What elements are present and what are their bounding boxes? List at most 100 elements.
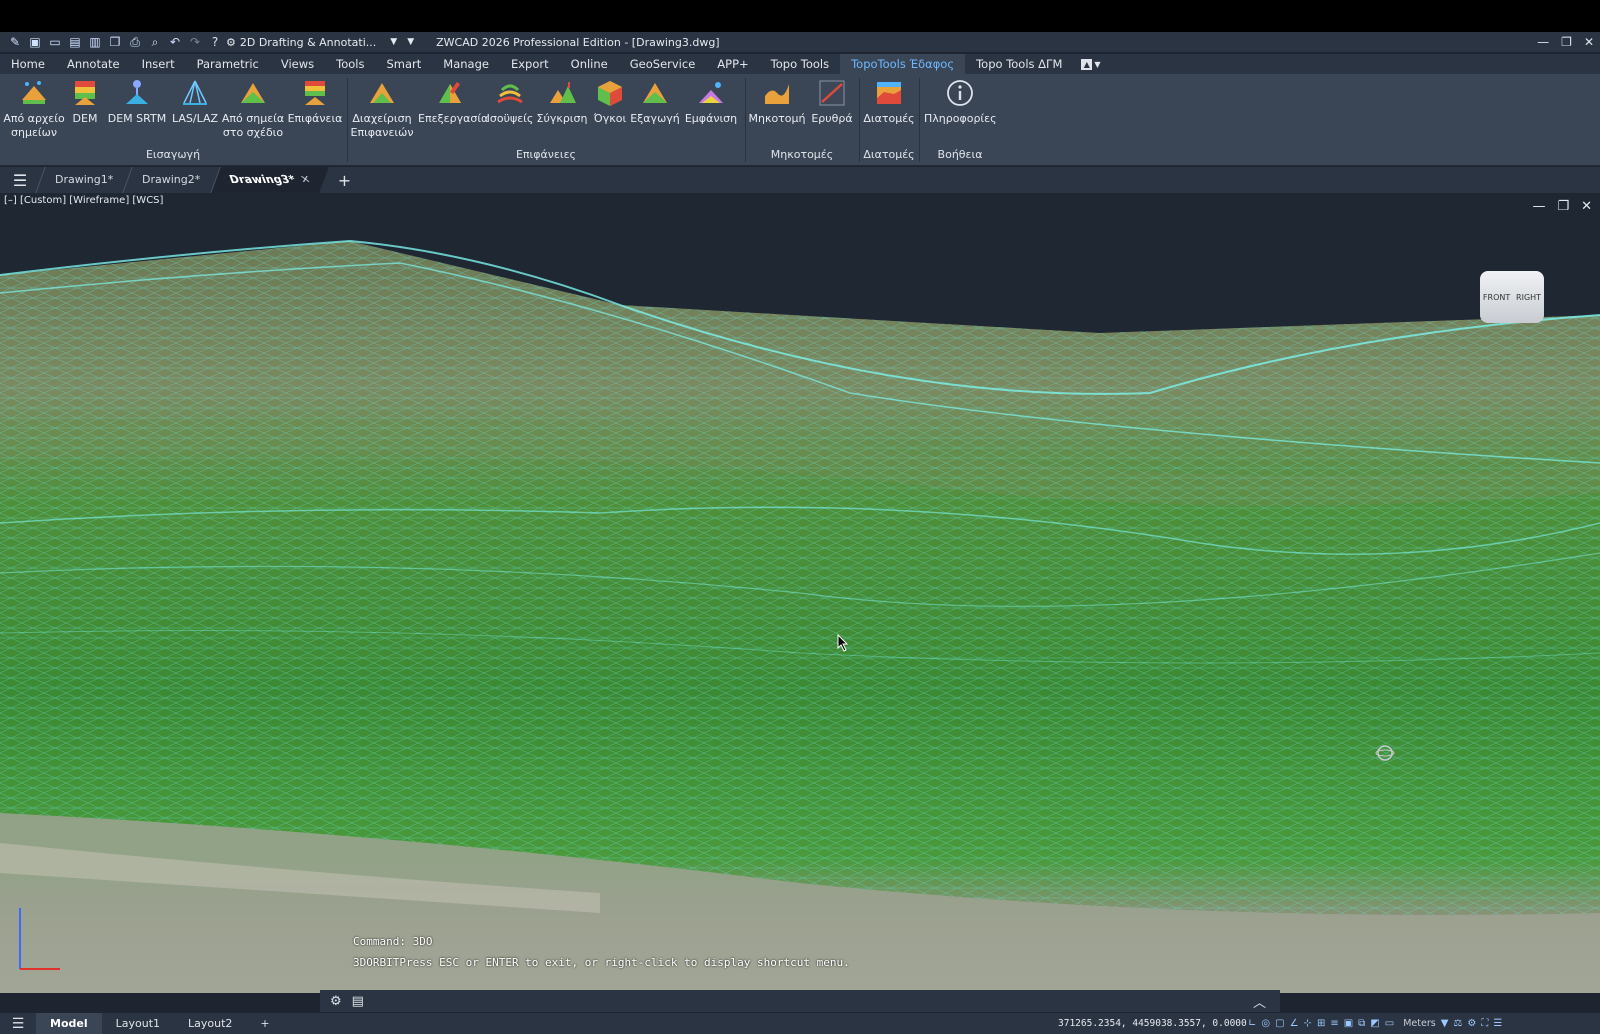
save-icon[interactable]: ▤ — [68, 35, 82, 49]
maximize-icon[interactable]: ❐ — [1561, 35, 1572, 49]
tab-geoservice[interactable]: GeoService — [619, 54, 707, 74]
display-surface-button[interactable]: Εμφάνιση — [682, 78, 740, 126]
dynamic-ucs-icon[interactable]: ◩ — [1370, 1018, 1379, 1029]
customize-icon[interactable]: ☰ — [1493, 1018, 1502, 1029]
command-settings-icon[interactable]: ⚙ — [330, 994, 342, 1009]
tab-manage[interactable]: Manage — [432, 54, 500, 74]
chevron-up-icon[interactable]: ︿ — [1253, 992, 1266, 1011]
tab-layout1[interactable]: Layout1 — [102, 1013, 174, 1034]
layout-menu-icon[interactable]: ☰ — [0, 1016, 36, 1032]
import-dem-button[interactable]: DEM — [68, 78, 102, 126]
help-icon[interactable]: ? — [208, 35, 222, 49]
tab-tools[interactable]: Tools — [325, 54, 375, 74]
info-button[interactable]: Πληροφορίες — [924, 78, 997, 126]
save-as-icon[interactable]: ▥ — [88, 35, 102, 49]
view-cube[interactable]: FRONT RIGHT — [1480, 271, 1544, 323]
viewport-controls-label[interactable]: [–] [Custom] [Wireframe] [WCS] — [4, 195, 163, 206]
status-bar: ☰ Model Layout1 Layout2 + 371265.2354, 4… — [0, 1013, 1600, 1034]
copy-icon[interactable]: ❐ — [108, 35, 122, 49]
selection-cycling-icon[interactable]: ⧉ — [1358, 1018, 1365, 1029]
tab-insert[interactable]: Insert — [131, 54, 186, 74]
minimize-icon[interactable]: — — [1537, 35, 1549, 49]
profile-button[interactable]: Μηκοτομή — [748, 78, 806, 126]
points-file-icon — [22, 81, 46, 104]
polar-icon[interactable]: ◎ — [1261, 1018, 1270, 1029]
edit-surface-button[interactable]: Επεξεργασία — [418, 78, 488, 126]
lineweight-icon[interactable]: ≡ — [1330, 1018, 1338, 1029]
print-icon[interactable]: ⎙ — [128, 35, 142, 49]
grid-icon[interactable]: ▢ — [1275, 1018, 1284, 1029]
snap-icon[interactable]: ∟ — [1248, 1018, 1256, 1029]
tab-home[interactable]: Home — [0, 54, 56, 74]
ribbon-options[interactable]: ▲ ▼ — [1081, 58, 1101, 70]
workspace-gear-icon[interactable]: ⚙ — [1467, 1018, 1476, 1029]
doc-tab-drawing1[interactable]: Drawing1* — [35, 167, 132, 193]
add-layout-button[interactable]: + — [246, 1013, 283, 1034]
workspace-selector[interactable]: ⚙ 2D Drafting & Annotati... ▼ ▼ — [226, 36, 414, 49]
import-las-laz-button[interactable]: LAS/LAZ — [170, 78, 220, 126]
undo-icon[interactable]: ↶ — [168, 35, 182, 49]
tab-model[interactable]: Model — [36, 1013, 102, 1034]
tab-views[interactable]: Views — [270, 54, 325, 74]
import-points-file-button[interactable]: Από αρχείο σημείων — [2, 78, 66, 140]
close-icon[interactable]: ✕ — [1581, 199, 1592, 214]
surface-manager-button[interactable]: Διαχείριση Επιφανειών — [350, 78, 414, 140]
import-surface-button[interactable]: Επιφάνεια — [286, 78, 344, 126]
tab-export[interactable]: Export — [500, 54, 560, 74]
tab-topo-tools-dgm[interactable]: Topo Tools ΔΓΜ — [965, 54, 1073, 74]
tab-app-plus[interactable]: APP+ — [706, 54, 759, 74]
viewport-window-controls: — ❐ ✕ — [1532, 199, 1592, 214]
otrack-icon[interactable]: ⊞ — [1317, 1018, 1325, 1029]
print-preview-icon[interactable]: ⌕ — [148, 35, 162, 49]
tab-topotools-edafos[interactable]: TopoTools Έδαφος — [840, 54, 966, 74]
units-label[interactable]: Meters — [1403, 1018, 1435, 1029]
tab-parametric[interactable]: Parametric — [186, 54, 270, 74]
dem-srtm-icon — [126, 80, 148, 104]
tab-online[interactable]: Online — [560, 54, 619, 74]
contours-button[interactable]: Ισοϋψείς — [486, 78, 534, 126]
tab-topo-tools[interactable]: Topo Tools — [760, 54, 840, 74]
open-folder-icon[interactable]: ▭ — [48, 35, 62, 49]
compare-button[interactable]: Σύγκριση — [536, 78, 588, 126]
hamburger-menu-icon[interactable]: ☰ — [0, 171, 40, 190]
qat-customize-icon[interactable]: ▼ — [407, 37, 414, 47]
group-title: Διατομές — [863, 148, 915, 161]
minimize-icon[interactable]: — — [1532, 199, 1545, 214]
ortho-icon[interactable]: ∠ — [1290, 1018, 1299, 1029]
command-input-bar[interactable]: ⚙ ▤ ︿ — [320, 990, 1280, 1012]
import-dem-srtm-button[interactable]: DEM SRTM — [106, 78, 168, 126]
chevron-down-icon[interactable]: ▼ — [1441, 1018, 1449, 1029]
chevron-down-icon: ▼ — [390, 37, 398, 47]
app-menu-icon[interactable]: ✎ — [8, 35, 22, 49]
viewcube-front-face[interactable]: FRONT — [1483, 293, 1510, 302]
annotation-visibility-icon[interactable]: ⚖ — [1453, 1018, 1462, 1029]
osnap-icon[interactable]: ⊹ — [1304, 1018, 1312, 1029]
fullscreen-icon[interactable]: ⛶ — [1481, 1018, 1488, 1029]
doc-tab-drawing3[interactable]: Drawing3*✕ — [209, 167, 329, 193]
import-drawing-points-button[interactable]: Από σημεία στο σχέδιο — [220, 78, 286, 140]
annotation-scale-icon[interactable]: ▭ — [1385, 1018, 1394, 1029]
drawing-points-icon — [241, 83, 265, 103]
doc-tab-drawing2[interactable]: Drawing2* — [122, 167, 220, 193]
tab-layout2[interactable]: Layout2 — [174, 1013, 246, 1034]
command-window-icon[interactable]: ▤ — [352, 994, 364, 1009]
dem-icon — [75, 81, 95, 105]
drawing-viewport[interactable]: [–] [Custom] [Wireframe] [WCS] — ❐ ✕ FRO… — [0, 193, 1600, 993]
group-title: Εισαγωγή — [145, 148, 201, 161]
surface-manager-icon — [370, 83, 394, 103]
cross-sections-button[interactable]: Διατομές — [862, 78, 916, 126]
viewcube-right-face[interactable]: RIGHT — [1516, 293, 1541, 302]
add-tab-button[interactable]: + — [338, 171, 351, 190]
volumes-button[interactable]: Όγκοι — [592, 78, 628, 126]
close-icon[interactable]: ✕ — [1584, 35, 1594, 49]
tab-smart[interactable]: Smart — [376, 54, 433, 74]
transparency-icon[interactable]: ▣ — [1344, 1018, 1353, 1029]
command-history-line: 3DORBITPress ESC or ENTER to exit, or ri… — [353, 956, 850, 969]
tab-annotate[interactable]: Annotate — [56, 54, 131, 74]
volumes-icon — [598, 81, 622, 106]
redo-icon[interactable]: ↷ — [188, 35, 202, 49]
restore-icon[interactable]: ❐ — [1557, 199, 1569, 214]
new-file-icon[interactable]: ▣ — [28, 35, 42, 49]
export-surface-button[interactable]: Εξαγωγή — [630, 78, 680, 126]
red-line-button[interactable]: Ερυθρά — [808, 78, 856, 126]
